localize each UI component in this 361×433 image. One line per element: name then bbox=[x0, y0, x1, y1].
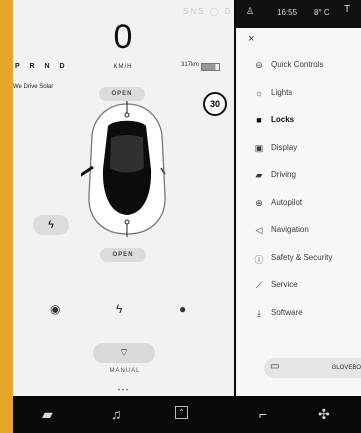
tesla-screen: SNS ◯ D P R N D 0 KM/H 317km We Drive So… bbox=[13, 0, 361, 433]
menu-item-navigation[interactable]: ◁ Navigation bbox=[236, 221, 361, 249]
charge-port-button[interactable]: ϟ bbox=[33, 215, 69, 235]
shield-icon: ⓘ bbox=[254, 254, 264, 265]
wrench-icon: ⟋ bbox=[255, 280, 263, 290]
speedometer: 0 bbox=[113, 18, 133, 56]
lightning-icon[interactable]: ϟ bbox=[116, 302, 122, 316]
light-icon: ☼ bbox=[254, 87, 264, 98]
controls-menu-panel: ♙ 16:55 8° C T × ⊝ Quick Controls ☼ Ligh… bbox=[236, 0, 361, 396]
menu-label: Driving bbox=[271, 170, 296, 179]
wiper-label: MANUAL bbox=[109, 368, 141, 374]
menu-label: Lights bbox=[271, 87, 293, 97]
seat-icon[interactable]: ⌐ bbox=[259, 406, 267, 422]
lightning-icon: ϟ bbox=[48, 219, 54, 231]
toggle-icon: ⊝ bbox=[255, 60, 263, 70]
menu-label: Software bbox=[271, 307, 303, 317]
navigation-icon: ◁ bbox=[255, 225, 263, 235]
steering-icon: ⊕ bbox=[255, 197, 263, 208]
range-readout: 317km bbox=[181, 62, 200, 68]
menu-item-autopilot[interactable]: ⊕ Autopilot bbox=[236, 194, 361, 222]
menu-item-service[interactable]: ⟋ Service bbox=[236, 276, 361, 304]
lock-icon: ■ bbox=[256, 115, 262, 125]
car-icon[interactable]: ▰ bbox=[42, 406, 53, 423]
menu-item-display[interactable]: ▣ Display bbox=[236, 139, 361, 167]
music-icon[interactable]: ♫ bbox=[111, 406, 122, 422]
download-icon: ⤓ bbox=[257, 307, 261, 318]
camera-icon[interactable]: ◉ bbox=[50, 302, 60, 316]
status-icons: SNS ◯ D bbox=[183, 7, 233, 16]
wiper-icon: ⌔ bbox=[118, 347, 130, 359]
menu-label: Safety & Security bbox=[271, 252, 333, 262]
car-icon: ▰ bbox=[255, 170, 263, 180]
person-icon: ♙ bbox=[246, 6, 255, 16]
menu-item-safety-security[interactable]: ⓘ Safety & Security bbox=[236, 249, 361, 277]
controls-menu: ⊝ Quick Controls ☼ Lights ■ Locks ▣ Disp… bbox=[236, 56, 361, 331]
menu-label: Display bbox=[271, 142, 298, 152]
bottom-navigation: ▰ ♫ ⌃ ⌐ ✣ bbox=[13, 396, 361, 433]
menu-label: Quick Controls bbox=[271, 60, 324, 69]
battery-icon bbox=[201, 63, 220, 71]
glovebox-icon: ▭ bbox=[270, 361, 280, 372]
microphone-icon[interactable]: ● bbox=[179, 302, 186, 316]
trunk-open-button[interactable]: OPEN bbox=[100, 248, 146, 262]
gear-selector: P R N D bbox=[15, 63, 69, 70]
menu-item-driving[interactable]: ▰ Driving bbox=[236, 166, 361, 194]
car-top-view bbox=[81, 101, 166, 237]
temperature: 8° C bbox=[314, 8, 330, 17]
menu-item-software[interactable]: ⤓ Software bbox=[236, 304, 361, 332]
menu-label: Navigation bbox=[271, 225, 309, 234]
close-icon[interactable]: × bbox=[248, 33, 254, 45]
tesla-logo-icon: T bbox=[344, 4, 351, 15]
menu-item-quick-controls[interactable]: ⊝ Quick Controls bbox=[236, 56, 361, 84]
menu-item-lights[interactable]: ☼ Lights bbox=[236, 84, 361, 112]
frunk-open-button[interactable]: OPEN bbox=[99, 87, 145, 101]
speed-unit: KM/H bbox=[113, 64, 133, 70]
app-icon[interactable]: ⌃ bbox=[175, 406, 188, 419]
menu-label: Autopilot bbox=[271, 197, 303, 207]
solar-caption: We Drive Solar bbox=[13, 84, 54, 90]
menu-item-locks[interactable]: ■ Locks bbox=[236, 111, 361, 139]
menu-label: Service bbox=[271, 280, 298, 289]
vehicle-panel: SNS ◯ D P R N D 0 KM/H 317km We Drive So… bbox=[13, 0, 234, 396]
page-indicator: ••• bbox=[117, 388, 131, 394]
menu-label: Locks bbox=[271, 115, 295, 124]
fan-icon[interactable]: ✣ bbox=[318, 406, 330, 423]
clock: 16:55 bbox=[277, 8, 298, 17]
wiper-button[interactable]: ⌔ bbox=[93, 343, 155, 363]
display-icon: ▣ bbox=[254, 142, 264, 153]
status-bar: ♙ 16:55 8° C T bbox=[236, 0, 361, 28]
speed-limit-badge: 30 bbox=[203, 92, 227, 116]
